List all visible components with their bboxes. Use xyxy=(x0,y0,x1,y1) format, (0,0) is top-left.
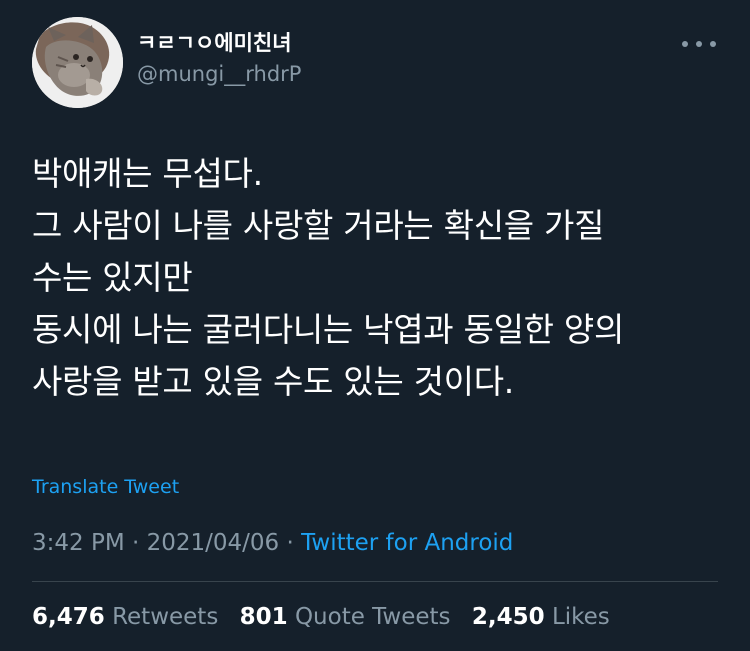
retweets-label: Retweets xyxy=(112,604,219,630)
tweet-header: ㅋㄹㄱㅇ에미친녀 @mungi__rhdrP xyxy=(32,17,718,109)
quote-tweets-count: 801 xyxy=(239,604,288,630)
dot xyxy=(696,41,702,47)
tweet-date[interactable]: 2021/04/06 xyxy=(147,530,280,556)
quote-tweets-label: Quote Tweets xyxy=(294,604,451,630)
dot xyxy=(710,41,716,47)
tweet-text-line: 사랑을 받고 있을 수도 있는 것이다. xyxy=(32,362,514,401)
tweet-text-line: 동시에 나는 굴러다니는 낙엽과 동일한 양의 xyxy=(32,310,625,349)
likes-count: 2,450 xyxy=(471,604,545,630)
tweet-stats: 6,476 Retweets 801 Quote Tweets 2,450 Li… xyxy=(32,601,624,633)
translate-tweet-link[interactable]: Translate Tweet xyxy=(32,474,179,500)
author-block[interactable]: ㅋㄹㄱㅇ에미친녀 @mungi__rhdrP xyxy=(137,29,301,89)
user-handle[interactable]: @mungi__rhdrP xyxy=(137,59,301,89)
tweet-text: 박애캐는 무섭다. 그 사람이 나를 사랑할 거라는 확신을 가질 수는 있지만… xyxy=(32,148,718,408)
tweet-text-line: 수는 있지만 xyxy=(32,258,193,297)
likes-stat[interactable]: 2,450 Likes xyxy=(472,601,610,633)
divider xyxy=(32,581,718,582)
dot xyxy=(682,41,688,47)
quote-tweets-stat[interactable]: 801 Quote Tweets xyxy=(240,601,451,633)
avatar-illustration xyxy=(32,17,123,108)
tweet-meta: 3:42 PM · 2021/04/06 · Twitter for Andro… xyxy=(32,527,513,559)
retweets-count: 6,476 xyxy=(32,604,105,630)
tweet-time[interactable]: 3:42 PM xyxy=(32,530,125,556)
more-options-icon[interactable] xyxy=(682,37,716,51)
tweet-card: ㅋㄹㄱㅇ에미친녀 @mungi__rhdrP 박애캐는 무섭다. 그 사람이 나… xyxy=(0,0,750,651)
tweet-text-line: 박애캐는 무섭다. xyxy=(32,154,263,193)
tweet-text-line: 그 사람이 나를 사랑할 거라는 확신을 가질 xyxy=(32,206,605,245)
likes-label: Likes xyxy=(551,604,610,630)
display-name[interactable]: ㅋㄹㄱㅇ에미친녀 xyxy=(137,29,301,57)
meta-separator: · xyxy=(124,530,147,556)
avatar[interactable] xyxy=(32,17,123,108)
tweet-source-link[interactable]: Twitter for Android xyxy=(301,530,513,556)
retweets-stat[interactable]: 6,476 Retweets xyxy=(32,601,218,633)
meta-separator: · xyxy=(279,530,302,556)
